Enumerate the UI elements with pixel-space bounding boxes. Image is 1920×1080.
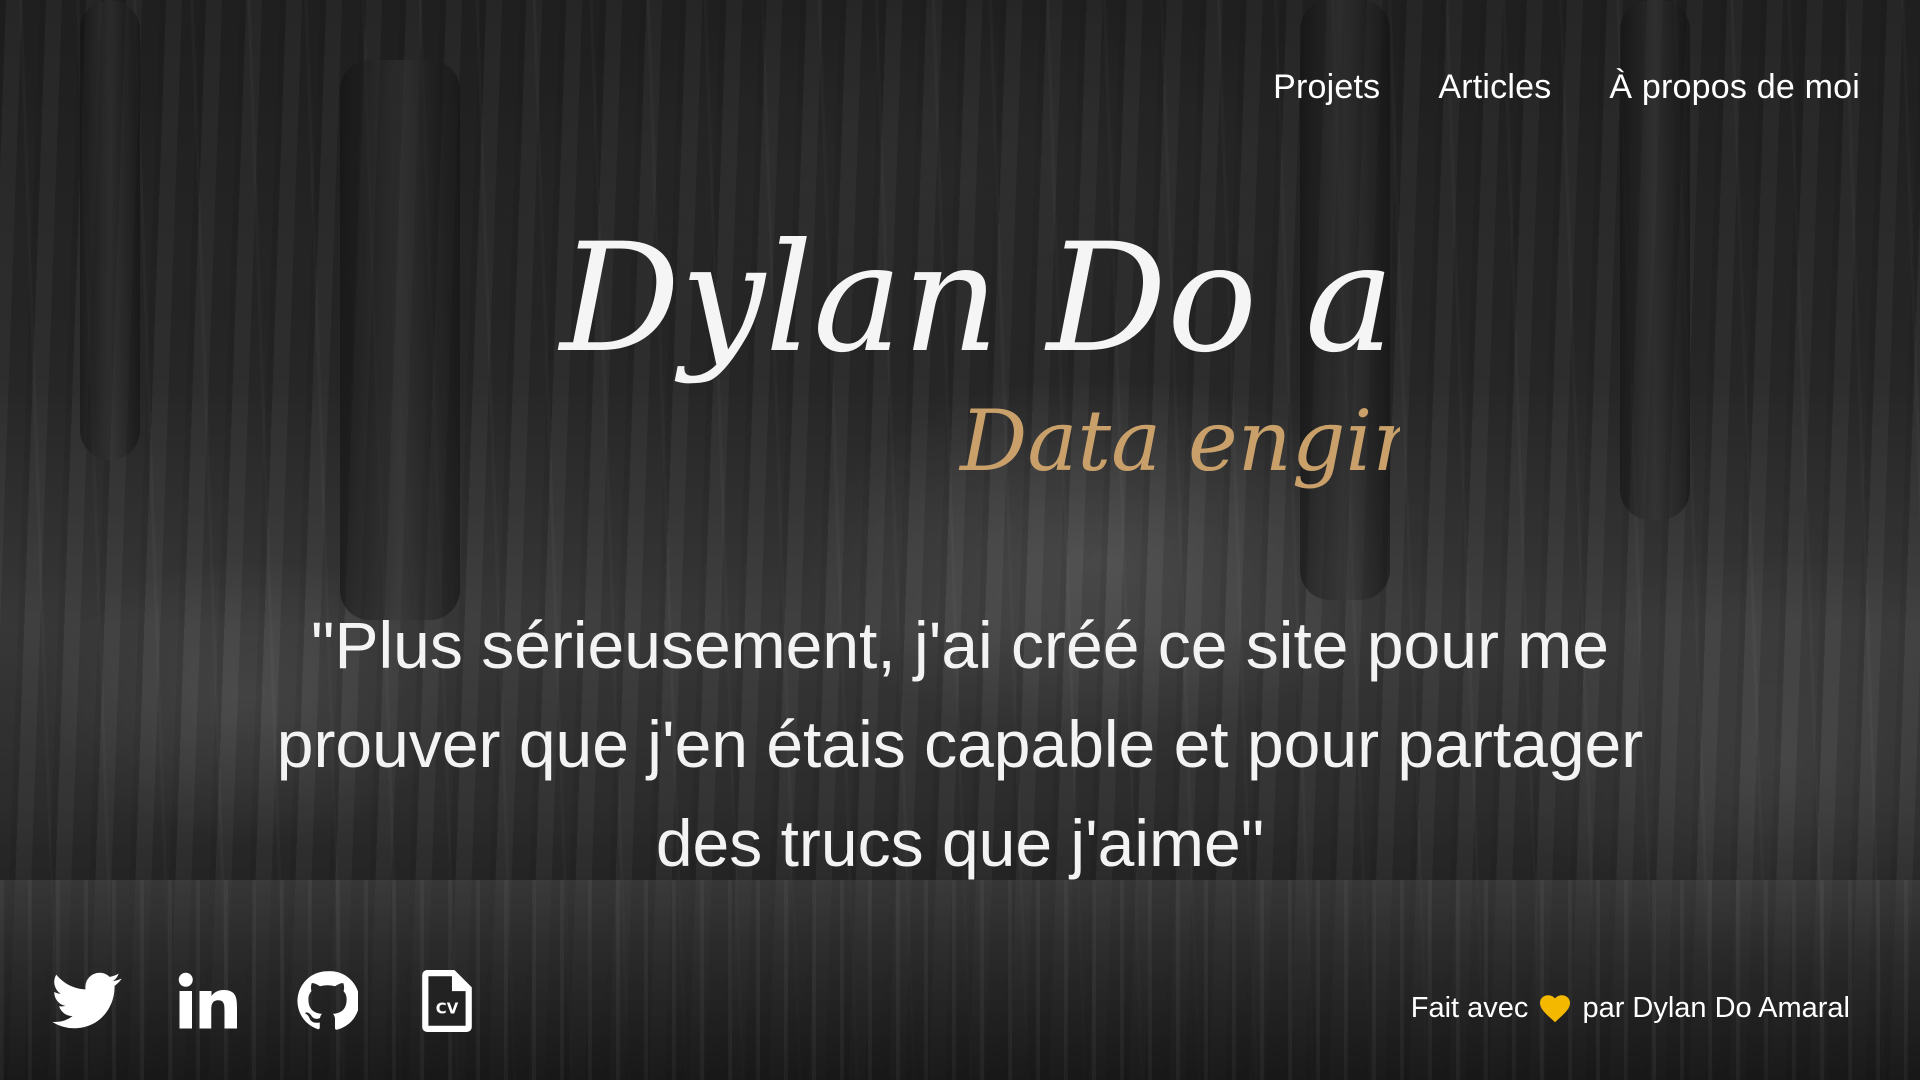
nav-link-projets[interactable]: Projets	[1273, 68, 1380, 107]
cv-label: CV	[436, 999, 459, 1017]
linkedin-icon[interactable]	[172, 966, 242, 1036]
social-links: CV	[52, 966, 482, 1036]
footer-credit: Fait avec par Dylan Do Amaral	[1411, 992, 1850, 1025]
role-signature: Data engineer	[958, 392, 1400, 490]
github-icon[interactable]	[292, 966, 362, 1036]
hero-quote: "Plus sérieusement, j'ai créé ce site po…	[276, 608, 1644, 880]
nav-link-articles[interactable]: Articles	[1438, 68, 1551, 107]
signature-logo: Dylan Do amaral Data engineer	[557, 212, 1400, 490]
credit-suffix: par Dylan Do Amaral	[1582, 992, 1850, 1024]
credit-prefix: Fait avec	[1410, 992, 1529, 1024]
name-signature: Dylan Do amaral	[557, 212, 1400, 386]
main-nav: Projets Articles À propos de moi	[1273, 68, 1860, 107]
twitter-icon[interactable]	[52, 966, 122, 1036]
page: Projets Articles À propos de moi Dylan D…	[0, 0, 1920, 1080]
nav-link-a-propos[interactable]: À propos de moi	[1609, 68, 1860, 107]
cv-file-icon[interactable]: CV	[412, 966, 482, 1036]
heart-icon	[1540, 994, 1571, 1022]
